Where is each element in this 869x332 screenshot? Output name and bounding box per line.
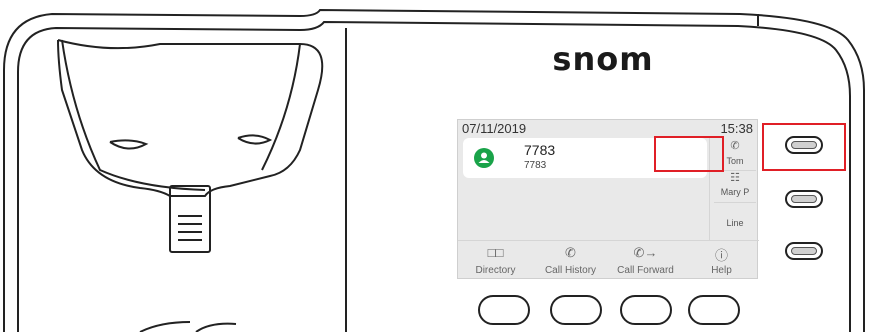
softkey-label: Call History	[544, 265, 597, 276]
softkey-directory[interactable]: □□ Directory	[458, 241, 533, 281]
hardware-softkey-3[interactable]	[620, 295, 672, 325]
softkey-label: Directory	[475, 265, 516, 276]
book-icon: □□	[487, 245, 504, 260]
hardware-softkey-2[interactable]	[550, 295, 602, 325]
fkey-label-line[interactable]: Line	[710, 218, 760, 228]
brand-logo: snom	[552, 40, 654, 78]
softkey-call-forward[interactable]: ✆→ Call Forward	[608, 241, 683, 281]
status-time: 15:38	[720, 121, 753, 136]
fkey-label-mary[interactable]: Mary P	[710, 187, 760, 197]
softkey-label: Call Forward	[617, 265, 674, 276]
softkey-bar: □□ Directory ✆ Call History ✆→ Call Forw…	[458, 240, 759, 281]
line-key-3[interactable]	[785, 242, 823, 260]
keypad-icon: ☷	[730, 172, 740, 184]
hardware-softkey-4[interactable]	[688, 295, 740, 325]
softkey-call-history[interactable]: ✆ Call History	[533, 241, 608, 281]
highlight-box-fkey	[654, 136, 724, 172]
softkey-label: Help	[711, 265, 732, 276]
divider	[714, 202, 756, 203]
softkey-help[interactable]: ⓘ Help	[684, 241, 759, 281]
help-icon: ⓘ	[714, 248, 728, 263]
call-history-icon: ✆	[565, 245, 576, 260]
line-key-2[interactable]	[785, 190, 823, 208]
call-sub-number: 7783	[524, 160, 547, 171]
call-number: 7783	[524, 142, 556, 158]
hardware-softkey-1[interactable]	[478, 295, 530, 325]
contact-avatar-icon	[474, 148, 494, 168]
status-date: 07/11/2019	[462, 121, 527, 136]
call-forward-icon: ✆→	[633, 245, 658, 260]
line-key-1[interactable]	[785, 136, 823, 154]
